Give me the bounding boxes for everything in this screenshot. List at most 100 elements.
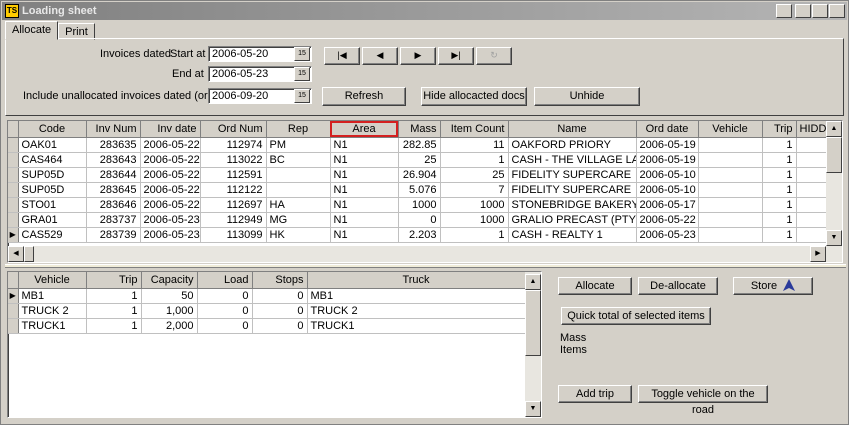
pin-icon[interactable]: ⊡ [776,4,792,18]
invoice-cell[interactable] [698,167,763,183]
column-header[interactable]: Rep [266,121,331,138]
invoice-cell[interactable]: GRA01 [18,212,87,228]
column-header[interactable]: Inv date [140,121,201,138]
invoice-cell[interactable] [698,197,763,213]
vehicle-row[interactable]: TRUCK 2 1 1,000 0 0 TRUCK 2 [8,303,526,319]
column-header[interactable]: Code [18,121,87,138]
invoice-cell[interactable]: MG [266,212,331,228]
invoice-cell[interactable] [796,152,829,168]
invoice-row[interactable]: SUP05D 283644 2006-05-22 112591 N1 26.904 25 FI… [8,167,829,183]
vehicle-row[interactable]: ▶ MB1 1 50 0 0 MB1 [8,288,526,304]
vehicle-cell[interactable]: TRUCK 2 [18,303,87,319]
scroll-thumb[interactable] [24,246,34,262]
invoice-cell[interactable]: FIDELITY SUPERCARE [508,167,637,183]
invoice-cell[interactable]: 283646 [86,197,141,213]
invoice-cell[interactable]: 113022 [200,152,267,168]
calendar-icon[interactable]: 15 [294,47,310,61]
invoice-cell[interactable]: STONEBRIDGE BAKERY cc [508,197,637,213]
invoice-cell[interactable] [698,212,763,228]
start-date-field[interactable]: 2006-05-20 15 [208,46,312,62]
row-indicator[interactable] [8,303,19,319]
invoice-cell[interactable]: 11 [440,137,509,153]
allocate-button[interactable]: Allocate [558,277,632,295]
invoice-cell[interactable]: 283635 [86,137,141,153]
invoice-cell[interactable]: 1000 [398,197,441,213]
invoice-cell[interactable]: 2006-05-10 [636,182,699,198]
invoice-cell[interactable]: 2006-05-22 [140,182,201,198]
invoice-cell[interactable]: N1 [330,167,399,183]
vehicle-cell[interactable]: TRUCK1 [18,318,87,334]
invoice-cell[interactable]: CAS464 [18,152,87,168]
invoice-cell[interactable]: 112697 [200,197,267,213]
invoice-cell[interactable]: 112591 [200,167,267,183]
end-date-field[interactable]: 2006-05-23 15 [208,66,312,82]
vehicle-cell[interactable]: 0 [197,318,253,334]
invoice-cell[interactable] [698,137,763,153]
invoice-cell[interactable]: N1 [330,227,399,243]
next-record-button[interactable]: ▶ [400,47,436,65]
invoice-cell[interactable]: 2006-05-23 [140,212,201,228]
current-row-arrow-icon[interactable]: ▶ [8,288,19,304]
column-header[interactable]: Vehicle [698,121,763,138]
invoice-row[interactable]: CAS464 283643 2006-05-22 113022 BC N1 25 1 CASH … [8,152,829,168]
refresh-data-icon[interactable]: ↻ [476,47,512,65]
invoice-cell[interactable]: 283739 [86,227,141,243]
row-indicator[interactable] [8,182,19,198]
invoice-cell[interactable]: 1000 [440,197,509,213]
invoice-cell[interactable]: 283644 [86,167,141,183]
invoice-cell[interactable] [796,227,829,243]
invoice-cell[interactable]: 25 [398,152,441,168]
scroll-thumb[interactable] [525,290,541,356]
invoice-cell[interactable]: 2006-05-22 [636,212,699,228]
invoice-cell[interactable]: 1 [762,197,797,213]
invoice-cell[interactable]: CAS529 [18,227,87,243]
invoice-cell[interactable]: N1 [330,212,399,228]
invoice-cell[interactable]: 283737 [86,212,141,228]
invoice-cell[interactable]: 2006-05-19 [636,137,699,153]
column-header[interactable]: Vehicle [18,272,87,289]
invoice-cell[interactable]: 1 [762,152,797,168]
store-button[interactable]: Store [733,277,813,295]
invoice-row[interactable]: OAK01 283635 2006-05-22 112974 PM N1 282.85 11 O… [8,137,829,153]
invoice-cell[interactable]: N1 [330,137,399,153]
invoice-cell[interactable]: 2006-05-22 [140,197,201,213]
invoice-cell[interactable]: 2006-05-22 [140,167,201,183]
column-header[interactable]: Mass [398,121,441,138]
invoice-cell[interactable]: 2006-05-22 [140,152,201,168]
invoice-cell[interactable] [698,227,763,243]
invoice-cell[interactable]: 2006-05-19 [636,152,699,168]
column-header[interactable]: Trip [762,121,797,138]
column-header[interactable]: HIDDEN [796,121,829,138]
invoice-cell[interactable]: 113099 [200,227,267,243]
scroll-thumb[interactable] [826,137,842,173]
invoice-cell[interactable]: N1 [330,152,399,168]
invoice-cell[interactable]: 1 [762,182,797,198]
current-row-arrow-icon[interactable]: ▶ [8,227,19,243]
invoice-cell[interactable]: 1 [762,212,797,228]
invoice-cell[interactable]: 1000 [440,212,509,228]
invoice-cell[interactable]: PM [266,137,331,153]
invoice-cell[interactable]: 26.904 [398,167,441,183]
vehicle-cell[interactable]: 0 [197,288,253,304]
invoice-cell[interactable]: 112974 [200,137,267,153]
invoice-cell[interactable]: 7 [440,182,509,198]
invoice-row[interactable]: STO01 283646 2006-05-22 112697 HA N1 1000 1000 S… [8,197,829,213]
vehicle-cell[interactable]: MB1 [18,288,87,304]
vehicle-cell[interactable]: 2,000 [141,318,198,334]
invoice-cell[interactable]: CASH - REALTY 1 [508,227,637,243]
scroll-up-icon[interactable]: ▲ [525,274,541,290]
first-record-button[interactable]: |◀ [324,47,360,65]
invoice-cell[interactable]: 2006-05-22 [140,137,201,153]
maximize-button[interactable]: □ [812,4,828,18]
invoice-cell[interactable] [796,197,829,213]
vehicle-cell[interactable]: 0 [252,318,308,334]
panel-splitter[interactable] [5,264,846,268]
invoice-cell[interactable] [796,167,829,183]
invoice-cell[interactable]: BC [266,152,331,168]
invoice-cell[interactable]: FIDELITY SUPERCARE [508,182,637,198]
invoice-cell[interactable]: HA [266,197,331,213]
scroll-left-icon[interactable]: ◀ [8,246,24,262]
column-header[interactable]: Item Count [440,121,509,138]
refresh-button[interactable]: Refresh [322,87,406,106]
invoice-cell[interactable] [796,212,829,228]
